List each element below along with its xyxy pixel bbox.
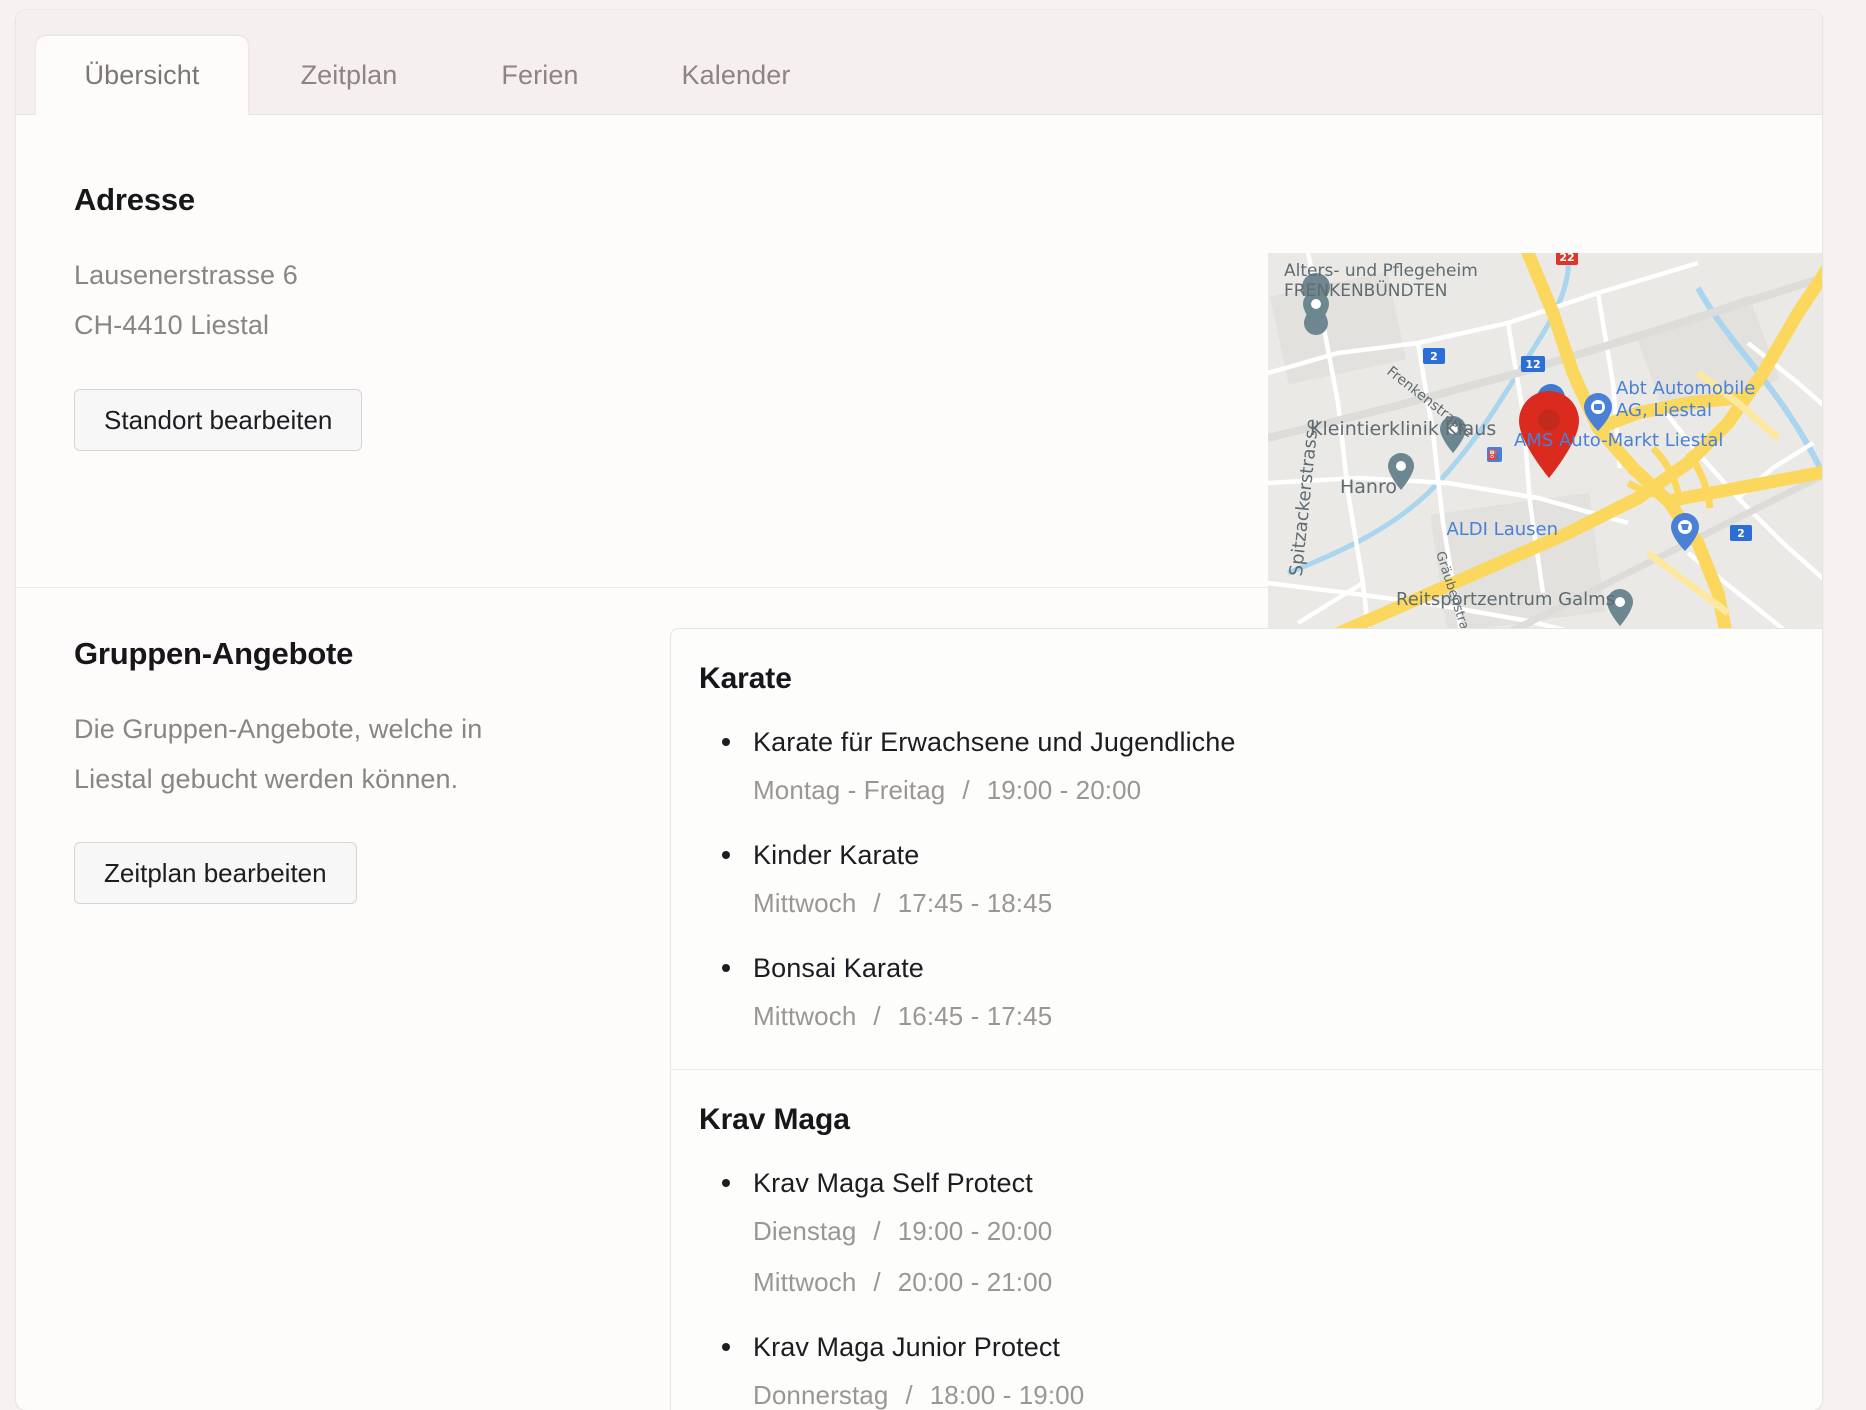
offer-schedule-row: Donnerstag / 18:00 - 19:00 — [753, 1375, 1822, 1410]
schedule-day: Donnerstag — [753, 1380, 889, 1410]
svg-text:2: 2 — [1430, 350, 1438, 363]
svg-text:Hanro: Hanro — [1340, 476, 1397, 498]
offer-schedule-row: Mittwoch / 20:00 - 21:00 — [753, 1262, 1822, 1303]
edit-schedule-button[interactable]: Zeitplan bearbeiten — [74, 842, 357, 904]
address-line-street: Lausenerstrasse 6 — [74, 260, 298, 290]
svg-text:AMS Auto-Markt Liestal: AMS Auto-Markt Liestal — [1514, 430, 1723, 451]
tab-bar: Übersicht Zeitplan Ferien Kalender — [16, 10, 1822, 115]
address-section: Adresse Lausenerstrasse 6 CH-4410 Liesta… — [16, 115, 1822, 673]
svg-text:2: 2 — [1737, 527, 1745, 540]
address-block: Adresse Lausenerstrasse 6 CH-4410 Liesta… — [74, 182, 363, 451]
svg-text:ALDI Lausen: ALDI Lausen — [1446, 519, 1558, 540]
svg-text:⛽: ⛽ — [1488, 448, 1500, 461]
offer-name: Krav Maga Self Protect — [753, 1168, 1033, 1198]
group-offers-title: Gruppen-Angebote — [74, 636, 354, 671]
offer-group: Krav Maga Krav Maga Self Protect Dienstag /… — [671, 1069, 1822, 1410]
tab-uebersicht[interactable]: Übersicht — [36, 36, 248, 115]
svg-text:22: 22 — [1559, 253, 1574, 264]
schedule-separator: / — [873, 1216, 881, 1246]
svg-text:Abt Automobile: Abt Automobile — [1616, 378, 1755, 399]
group-offers-description: Die Gruppen-Angebote, welche in Liestal … — [74, 714, 483, 794]
bullet-icon — [722, 738, 730, 746]
offer-group: Karate Karate für Erwachsene und Jugendli… — [671, 629, 1822, 1069]
bullet-icon — [722, 1179, 730, 1187]
schedule-separator: / — [873, 888, 881, 918]
schedule-time: 20:00 - 21:00 — [897, 1267, 1053, 1297]
tab-label: Zeitplan — [300, 60, 398, 90]
offer-schedule-row: Mittwoch / 16:45 - 17:45 — [753, 996, 1822, 1037]
tab-label: Übersicht — [84, 60, 200, 90]
schedule-separator: / — [962, 775, 970, 805]
tab-label: Kalender — [681, 60, 791, 90]
offer-name: Krav Maga Junior Protect — [753, 1332, 1061, 1362]
offer-schedule-row: Mittwoch / 17:45 - 18:45 — [753, 883, 1822, 924]
tab-kalender[interactable]: Kalender — [630, 36, 842, 115]
main-card: Übersicht Zeitplan Ferien Kalender Adres… — [16, 10, 1822, 1410]
schedule-time: 16:45 - 17:45 — [897, 1001, 1053, 1031]
svg-text:12: 12 — [1525, 358, 1540, 371]
schedule-separator: / — [873, 1267, 881, 1297]
offer-name: Karate für Erwachsene und Jugendliche — [753, 727, 1236, 757]
schedule-time: 19:00 - 20:00 — [986, 775, 1142, 805]
offer-item: Karate für Erwachsene und Jugendliche Mon… — [699, 724, 1822, 811]
address-title: Adresse — [74, 182, 195, 217]
page-root: Übersicht Zeitplan Ferien Kalender Adres… — [0, 0, 1866, 1410]
offer-group-heading: Karate — [699, 662, 792, 695]
tab-label: Ferien — [501, 60, 579, 90]
schedule-day: Mittwoch — [753, 888, 857, 918]
offer-name: Bonsai Karate — [753, 953, 924, 983]
schedule-time: 17:45 - 18:45 — [897, 888, 1053, 918]
schedule-time: 18:00 - 19:00 — [929, 1380, 1085, 1410]
address-line-city: CH-4410 Liestal — [74, 310, 270, 340]
bullet-icon — [722, 964, 730, 972]
svg-text:Kleintierklinik Klaus: Kleintierklinik Klaus — [1310, 418, 1496, 440]
offer-name: Kinder Karate — [753, 840, 920, 870]
schedule-time: 19:00 - 20:00 — [897, 1216, 1053, 1246]
offer-item: Krav Maga Self Protect Dienstag / 19:00 - 2… — [699, 1165, 1822, 1303]
schedule-day: Mittwoch — [753, 1001, 857, 1031]
bullet-icon — [722, 851, 730, 859]
svg-text:FRENKENBÜNDTEN: FRENKENBÜNDTEN — [1284, 279, 1447, 301]
offer-item: Bonsai Karate Mittwoch / 16:45 - 17:45 — [699, 950, 1822, 1037]
schedule-separator: / — [905, 1380, 913, 1410]
offer-list: Karate für Erwachsene und Jugendliche Mon… — [699, 724, 1822, 1037]
offer-item: Kinder Karate Mittwoch / 17:45 - 18:45 — [699, 837, 1822, 924]
group-info-block: Gruppen-Angebote Die Gruppen-Angebote, w… — [74, 636, 594, 904]
schedule-day: Mittwoch — [753, 1267, 857, 1297]
svg-text:Alters- und Pflegeheim: Alters- und Pflegeheim — [1284, 261, 1478, 281]
edit-location-button[interactable]: Standort bearbeiten — [74, 389, 363, 451]
offer-schedule-row: Montag - Freitag / 19:00 - 20:00 — [753, 770, 1822, 811]
svg-text:AG, Liestal: AG, Liestal — [1616, 400, 1712, 421]
offer-schedule-row: Dienstag / 19:00 - 20:00 — [753, 1211, 1822, 1252]
schedule-day: Dienstag — [753, 1216, 857, 1246]
bullet-icon — [722, 1343, 730, 1351]
schedule-day: Montag - Freitag — [753, 775, 946, 805]
tab-zeitplan[interactable]: Zeitplan — [248, 36, 450, 115]
offer-group-heading: Krav Maga — [699, 1103, 850, 1136]
tab-ferien[interactable]: Ferien — [450, 36, 630, 115]
offer-list: Krav Maga Self Protect Dienstag / 19:00 - 2… — [699, 1165, 1822, 1410]
offers-card: Karate Karate für Erwachsene und Jugendli… — [670, 628, 1822, 1410]
address-lines: Lausenerstrasse 6 CH-4410 Liestal — [74, 250, 362, 350]
schedule-separator: / — [873, 1001, 881, 1031]
